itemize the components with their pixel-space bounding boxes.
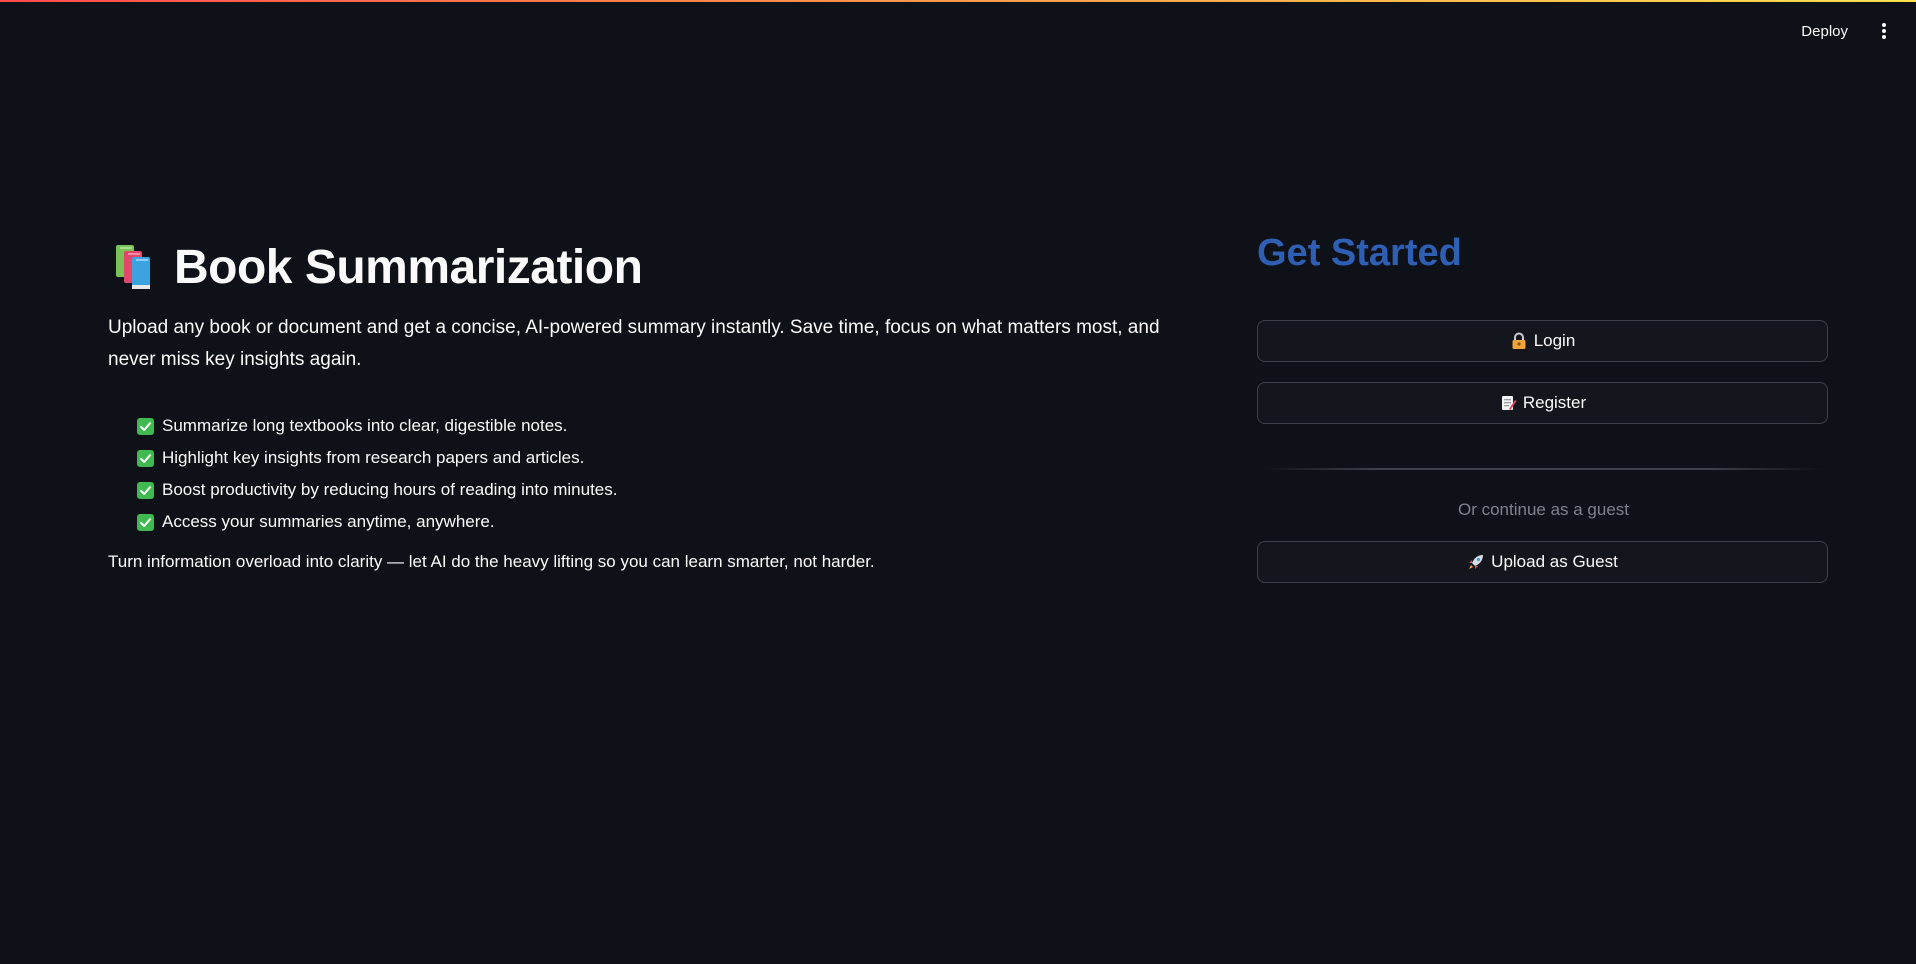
- upload-as-guest-button[interactable]: Upload as Guest: [1257, 541, 1828, 583]
- checkmark-icon: [137, 417, 154, 435]
- register-button[interactable]: Register: [1257, 382, 1828, 424]
- lock-with-key-icon: [1512, 332, 1526, 349]
- list-item: Highlight key insights from research pap…: [137, 442, 1208, 474]
- rocket-icon: [1469, 555, 1484, 569]
- register-label: Register: [1522, 393, 1587, 412]
- intro-paragraph: Upload any book or document and get a co…: [108, 317, 1160, 370]
- checkmark-icon: [137, 449, 154, 467]
- closing-paragraph: Turn information overload into clarity —…: [108, 552, 875, 571]
- memo-icon: [1501, 396, 1517, 410]
- list-item: Boost productivity by reducing hours of …: [137, 474, 1208, 506]
- feature-text: Access your summaries anytime, anywhere.: [162, 512, 495, 531]
- login-button[interactable]: Login: [1257, 320, 1828, 362]
- feature-text: Summarize long textbooks into clear, dig…: [162, 416, 568, 435]
- get-started-heading: Get Started: [1257, 232, 1462, 274]
- feature-text: Boost productivity by reducing hours of …: [162, 480, 618, 499]
- divider: [1263, 468, 1823, 470]
- list-item: Access your summaries anytime, anywhere.: [137, 506, 1208, 538]
- feature-text: Highlight key insights from research pap…: [162, 448, 585, 467]
- title-row: Book Summarization: [108, 236, 1208, 298]
- feature-list: Summarize long textbooks into clear, dig…: [108, 410, 1208, 538]
- checkmark-icon: [137, 513, 154, 531]
- guest-caption: Or continue as a guest: [1457, 500, 1630, 519]
- list-item: Summarize long textbooks into clear, dig…: [137, 410, 1208, 442]
- page-title: Book Summarization: [174, 240, 643, 294]
- checkmark-icon: [137, 481, 154, 499]
- auth-column: Get Started Login Register Or continue a…: [1257, 228, 1830, 583]
- main-content: Book Summarization Upload any book or do…: [0, 0, 1916, 964]
- books-icon: [116, 245, 150, 289]
- hero-column: Book Summarization Upload any book or do…: [108, 236, 1208, 572]
- login-label: Login: [1533, 331, 1576, 350]
- upload-as-guest-label: Upload as Guest: [1491, 552, 1618, 571]
